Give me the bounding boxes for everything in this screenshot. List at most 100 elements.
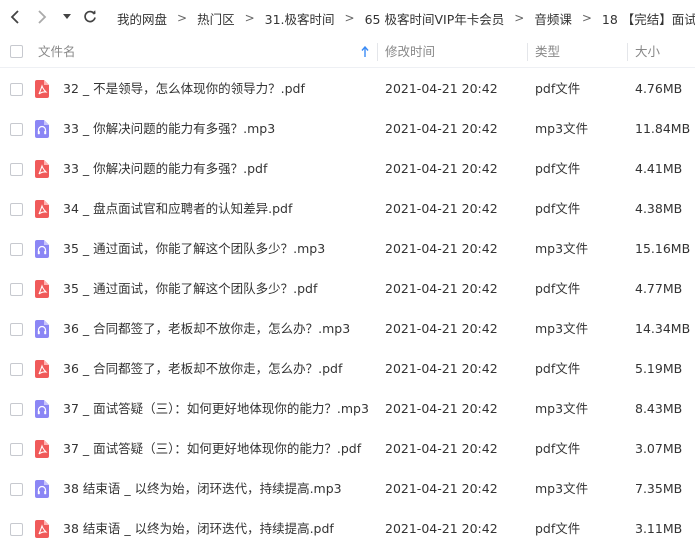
file-name[interactable]: 33 _ 你解决问题的能力有多强？.mp3 xyxy=(63,109,275,149)
row-checkbox[interactable] xyxy=(10,483,23,496)
pdf-file-icon xyxy=(35,280,49,298)
file-size: 14.34MB xyxy=(635,321,691,336)
refresh-button[interactable] xyxy=(80,7,100,27)
file-size: 3.11MB xyxy=(635,521,683,536)
breadcrumb-item[interactable]: 65 极客时间VIP年卡会员 xyxy=(365,9,505,28)
file-type: pdf文件 xyxy=(535,201,581,216)
audio-file-icon xyxy=(35,480,49,498)
row-checkbox[interactable] xyxy=(10,243,23,256)
row-checkbox[interactable] xyxy=(10,83,23,96)
pdf-file-icon xyxy=(35,80,49,98)
file-size: 5.19MB xyxy=(635,361,683,376)
breadcrumb-item[interactable]: 31.极客时间 xyxy=(265,9,335,28)
file-modified-time: 2021-04-21 20:42 xyxy=(385,121,498,136)
file-row[interactable]: 33 _ 你解决问题的能力有多强？.pdf 2021-04-21 20:42 p… xyxy=(0,149,695,189)
chevron-left-icon xyxy=(10,10,19,24)
row-checkbox[interactable] xyxy=(10,323,23,336)
audio-file-icon xyxy=(35,240,49,258)
file-name[interactable]: 36 _ 合同都签了，老板却不放你走，怎么办？.pdf xyxy=(63,349,342,389)
file-type: mp3文件 xyxy=(535,121,589,136)
file-modified-time: 2021-04-21 20:42 xyxy=(385,281,498,296)
row-checkbox[interactable] xyxy=(10,203,23,216)
file-type: mp3文件 xyxy=(535,401,589,416)
file-row[interactable]: 35 _ 通过面试，你能了解这个团队多少？.pdf 2021-04-21 20:… xyxy=(0,269,695,309)
file-modified-time: 2021-04-21 20:42 xyxy=(385,321,498,336)
file-row[interactable]: 37 _ 面试答疑（三）：如何更好地体现你的能力？.mp3 2021-04-21… xyxy=(0,389,695,429)
file-name[interactable]: 37 _ 面试答疑（三）：如何更好地体现你的能力？.mp3 xyxy=(63,389,369,429)
file-size: 7.35MB xyxy=(635,481,683,496)
file-name[interactable]: 32 _ 不是领导，怎么体现你的领导力？.pdf xyxy=(63,69,305,109)
file-size: 8.43MB xyxy=(635,401,683,416)
file-row[interactable]: 36 _ 合同都签了，老板却不放你走，怎么办？.mp3 2021-04-21 2… xyxy=(0,309,695,349)
column-divider xyxy=(377,43,378,61)
breadcrumb: 我的网盘 > 热门区 >31.极客时间 >65 极客时间VIP年卡会员 > 音频课 >18 【… xyxy=(117,0,695,36)
forward-button[interactable] xyxy=(32,7,52,27)
file-row[interactable]: 36 _ 合同都签了，老板却不放你走，怎么办？.pdf 2021-04-21 2… xyxy=(0,349,695,389)
breadcrumb-item[interactable]: 音频课 xyxy=(534,9,572,28)
file-size: 4.77MB xyxy=(635,281,683,296)
file-modified-time: 2021-04-21 20:42 xyxy=(385,401,498,416)
file-type: mp3文件 xyxy=(535,321,589,336)
file-type: pdf文件 xyxy=(535,81,581,96)
column-header-type[interactable]: 类型 xyxy=(535,36,560,68)
file-modified-time: 2021-04-21 20:42 xyxy=(385,521,498,536)
file-type: pdf文件 xyxy=(535,281,581,296)
history-dropdown-button[interactable] xyxy=(60,7,74,27)
breadcrumb-separator: > xyxy=(514,11,525,25)
file-name[interactable]: 35 _ 通过面试，你能了解这个团队多少？.mp3 xyxy=(63,229,325,269)
column-header-name[interactable]: 文件名 xyxy=(38,36,76,68)
pdf-file-icon xyxy=(35,160,49,178)
file-size: 4.41MB xyxy=(635,161,683,176)
column-header-modified[interactable]: 修改时间 xyxy=(385,36,435,68)
file-row[interactable]: 32 _ 不是领导，怎么体现你的领导力？.pdf 2021-04-21 20:4… xyxy=(0,69,695,109)
file-modified-time: 2021-04-21 20:42 xyxy=(385,241,498,256)
breadcrumb-item[interactable]: 热门区 xyxy=(197,9,235,28)
breadcrumb-item[interactable]: 18 【完结】面试现场 xyxy=(602,9,695,28)
file-type: mp3文件 xyxy=(535,481,589,496)
column-header-size[interactable]: 大小 xyxy=(635,36,660,68)
breadcrumb-separator: > xyxy=(177,11,188,25)
row-checkbox[interactable] xyxy=(10,443,23,456)
file-name[interactable]: 37 _ 面试答疑（三）：如何更好地体现你的能力？.pdf xyxy=(63,429,361,469)
sort-up-arrow-icon[interactable] xyxy=(361,46,369,58)
file-name[interactable]: 34 _ 盘点面试官和应聘者的认知差异.pdf xyxy=(63,189,292,229)
pdf-file-icon xyxy=(35,200,49,218)
select-all-checkbox[interactable] xyxy=(10,45,23,58)
file-name[interactable]: 33 _ 你解决问题的能力有多强？.pdf xyxy=(63,149,267,189)
file-name[interactable]: 35 _ 通过面试，你能了解这个团队多少？.pdf xyxy=(63,269,317,309)
row-checkbox[interactable] xyxy=(10,363,23,376)
file-name[interactable]: 38 结束语 _ 以终为始，闭环迭代，持续提高.pdf xyxy=(63,509,334,549)
toolbar: 我的网盘 > 热门区 >31.极客时间 >65 极客时间VIP年卡会员 > 音频课 >18 【… xyxy=(0,0,695,36)
row-checkbox[interactable] xyxy=(10,123,23,136)
row-checkbox[interactable] xyxy=(10,163,23,176)
row-checkbox[interactable] xyxy=(10,283,23,296)
file-row[interactable]: 33 _ 你解决问题的能力有多强？.mp3 2021-04-21 20:42 m… xyxy=(0,109,695,149)
column-divider xyxy=(527,43,528,61)
file-row[interactable]: 38 结束语 _ 以终为始，闭环迭代，持续提高.pdf 2021-04-21 2… xyxy=(0,509,695,549)
file-modified-time: 2021-04-21 20:42 xyxy=(385,161,498,176)
file-row[interactable]: 38 结束语 _ 以终为始，闭环迭代，持续提高.mp3 2021-04-21 2… xyxy=(0,469,695,509)
file-modified-time: 2021-04-21 20:42 xyxy=(385,201,498,216)
breadcrumb-item[interactable]: 我的网盘 xyxy=(117,9,167,28)
file-row[interactable]: 37 _ 面试答疑（三）：如何更好地体现你的能力？.pdf 2021-04-21… xyxy=(0,429,695,469)
caret-down-icon xyxy=(63,14,71,19)
file-row[interactable]: 34 _ 盘点面试官和应聘者的认知差异.pdf 2021-04-21 20:42… xyxy=(0,189,695,229)
file-row[interactable]: 35 _ 通过面试，你能了解这个团队多少？.mp3 2021-04-21 20:… xyxy=(0,229,695,269)
column-divider xyxy=(627,43,628,61)
file-type: pdf文件 xyxy=(535,161,581,176)
file-name[interactable]: 38 结束语 _ 以终为始，闭环迭代，持续提高.mp3 xyxy=(63,469,342,509)
file-size: 15.16MB xyxy=(635,241,691,256)
back-button[interactable] xyxy=(5,7,25,27)
audio-file-icon xyxy=(35,320,49,338)
refresh-icon xyxy=(84,10,96,23)
chevron-right-icon xyxy=(38,10,47,24)
file-type: mp3文件 xyxy=(535,241,589,256)
breadcrumb-separator: > xyxy=(344,11,355,25)
pdf-file-icon xyxy=(35,360,49,378)
audio-file-icon xyxy=(35,120,49,138)
file-modified-time: 2021-04-21 20:42 xyxy=(385,361,498,376)
file-name[interactable]: 36 _ 合同都签了，老板却不放你走，怎么办？.mp3 xyxy=(63,309,350,349)
row-checkbox[interactable] xyxy=(10,523,23,536)
row-checkbox[interactable] xyxy=(10,403,23,416)
breadcrumb-separator: > xyxy=(581,11,592,25)
